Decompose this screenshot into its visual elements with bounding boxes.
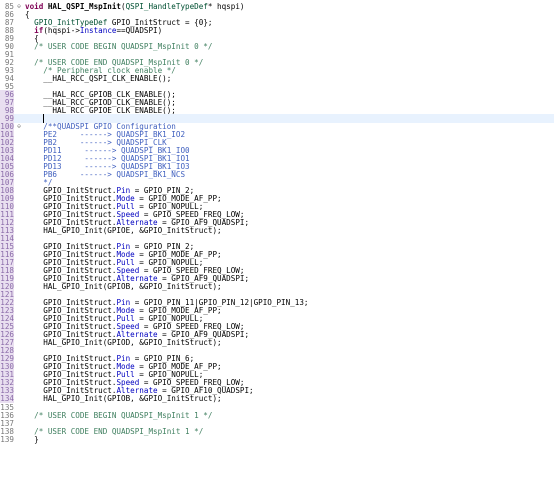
code-text: } [25,435,39,444]
code-line[interactable]: 139 } [0,435,554,444]
line-number: 139 [0,434,14,444]
code-token: } [25,434,39,444]
code-editor[interactable]: 85 ⊖ void HAL_QSPI_MspInit(QSPI_HandleType… [0,0,554,491]
